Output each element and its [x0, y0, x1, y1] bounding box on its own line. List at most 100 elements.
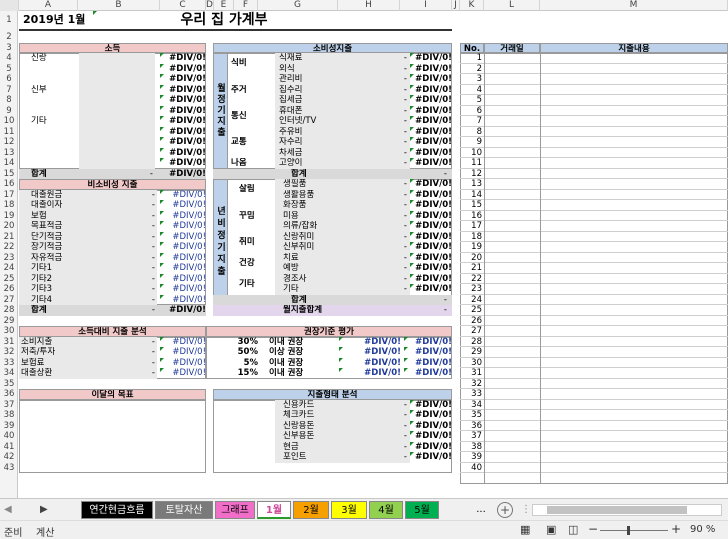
row-header-1[interactable]: 1 — [0, 15, 17, 26]
row-header-7[interactable]: 7 — [0, 85, 17, 96]
regular-item-ratio[interactable]: #DIV/0! — [410, 64, 452, 75]
nonconsume-item-label[interactable]: 자유적금 — [31, 253, 101, 264]
regular-item-label[interactable]: 자수리 — [279, 137, 359, 148]
irregular-item-value[interactable]: - — [393, 274, 407, 285]
payment-item-ratio[interactable]: #DIV/0! — [410, 442, 452, 453]
standard-value[interactable]: #DIV/0! — [339, 347, 401, 358]
income-total-ratio[interactable]: #DIV/0! — [160, 169, 206, 180]
col-header-f[interactable]: F — [234, 0, 258, 11]
income-amount-cell[interactable] — [79, 53, 155, 64]
row-header-28[interactable]: 28 — [0, 305, 17, 316]
regular-total-label[interactable]: 합계 — [291, 169, 331, 180]
income-total-label[interactable]: 합계 — [31, 169, 71, 180]
irregular-category-label[interactable]: 꾸밈 — [239, 211, 261, 222]
sheet-tab-6[interactable]: 3월 — [331, 501, 367, 519]
month-total-label[interactable]: 월지출합계 — [283, 305, 343, 316]
regular-item-value[interactable]: - — [393, 74, 407, 85]
payment-item-ratio[interactable]: #DIV/0! — [410, 400, 452, 411]
irregular-item-label[interactable]: 의류/잡화 — [283, 221, 363, 232]
analysis-item-label[interactable]: 대출상환 — [21, 368, 91, 379]
row-header-4[interactable]: 4 — [0, 53, 17, 64]
standard-header[interactable]: 권장기준 평가 — [206, 326, 452, 337]
regular-category-label[interactable]: 나옴 — [231, 158, 253, 169]
horizontal-scrollbar[interactable] — [532, 504, 722, 516]
sheet-tab-8[interactable]: 5월 — [405, 501, 439, 519]
row-header-17[interactable]: 17 — [0, 190, 17, 201]
income-ratio-cell[interactable]: #DIV/0! — [160, 64, 206, 75]
sheet-tab-1[interactable]: 연간현금흐름 — [81, 501, 153, 519]
regular-category-label[interactable]: 통신 — [231, 111, 253, 122]
row-header-38[interactable]: 38 — [0, 410, 17, 421]
regular-item-ratio[interactable]: #DIV/0! — [410, 74, 452, 85]
income-ratio-cell[interactable]: #DIV/0! — [160, 106, 206, 117]
sheet-tab-5[interactable]: 2월 — [293, 501, 329, 519]
income-amount-cell[interactable] — [79, 116, 155, 127]
nonconsume-item-value[interactable]: - — [137, 284, 155, 295]
nonconsume-item-label[interactable]: 목표적금 — [31, 221, 101, 232]
standard-text[interactable]: 이내 권장 — [269, 368, 329, 379]
standard-eval[interactable]: #DIV/0! — [404, 347, 452, 358]
analysis-item-value[interactable]: - — [137, 347, 155, 358]
nonconsume-item-value[interactable]: - — [137, 211, 155, 222]
income-ratio-cell[interactable]: #DIV/0! — [160, 127, 206, 138]
payment-item-value[interactable]: - — [393, 400, 407, 411]
regular-category-label[interactable]: 교통 — [231, 137, 253, 148]
irregular-item-label[interactable]: 기타 — [283, 284, 363, 295]
consume-header[interactable]: 소비성지출 — [213, 42, 452, 53]
regular-item-label[interactable]: 식재료 — [279, 53, 359, 64]
nonconsume-item-label[interactable]: 단기적금 — [31, 232, 101, 243]
page-title[interactable]: 우리 집 가계부 — [139, 11, 309, 29]
row-header-41[interactable]: 41 — [0, 442, 17, 453]
nonconsume-item-label[interactable]: 기타4 — [31, 295, 101, 306]
income-amount-cell[interactable] — [79, 126, 155, 137]
nonconsume-item-ratio[interactable]: #DIV/0! — [160, 190, 206, 201]
standard-value[interactable]: #DIV/0! — [339, 358, 401, 369]
payment-item-label[interactable]: 신랑용돈 — [283, 421, 363, 432]
col-header-l[interactable]: L — [484, 0, 540, 11]
irregular-category-label[interactable]: 취미 — [239, 237, 261, 248]
nonconsume-item-ratio[interactable]: #DIV/0! — [160, 263, 206, 274]
nonconsume-item-value[interactable]: - — [137, 274, 155, 285]
payment-item-label[interactable]: 현금 — [283, 442, 363, 453]
regular-item-ratio[interactable]: #DIV/0! — [410, 85, 452, 96]
irregular-item-ratio[interactable]: #DIV/0! — [410, 211, 452, 222]
regular-category-label[interactable]: 주거 — [231, 85, 253, 96]
nonconsume-item-value[interactable]: - — [137, 190, 155, 201]
standard-eval[interactable]: #DIV/0! — [404, 368, 452, 379]
nonconsume-item-value[interactable]: - — [137, 242, 155, 253]
standard-percent[interactable]: 30% — [214, 337, 258, 348]
nonconsume-item-value[interactable]: - — [137, 253, 155, 264]
select-all-corner[interactable] — [0, 0, 19, 11]
income-ratio-cell[interactable]: #DIV/0! — [160, 137, 206, 148]
row-header-32[interactable]: 32 — [0, 347, 17, 358]
income-amount-cell[interactable] — [79, 158, 155, 169]
analysis-item-value[interactable]: - — [137, 358, 155, 369]
regular-item-label[interactable]: 고양이 — [279, 158, 359, 169]
row-header-27[interactable]: 27 — [0, 295, 17, 306]
payment-item-value[interactable]: - — [393, 410, 407, 421]
irregular-item-ratio[interactable]: #DIV/0! — [410, 179, 452, 190]
row-header-8[interactable]: 8 — [0, 95, 17, 106]
sheet-tab-2[interactable]: 토탈자산 — [155, 501, 213, 519]
analysis-item-label[interactable]: 저축/투자 — [21, 347, 91, 358]
tab-scroll-left-icon[interactable]: ◀ — [4, 504, 12, 515]
regular-item-value[interactable]: - — [393, 106, 407, 117]
income-label[interactable]: 기타 — [31, 116, 81, 127]
col-header-k[interactable]: K — [460, 0, 484, 11]
row-header-2[interactable]: 2 — [0, 32, 17, 43]
income-amount-cell[interactable] — [79, 147, 155, 158]
nonconsume-item-ratio[interactable]: #DIV/0! — [160, 211, 206, 222]
irregular-item-value[interactable]: - — [393, 221, 407, 232]
row-header-19[interactable]: 19 — [0, 211, 17, 222]
standard-text[interactable]: 이상 권장 — [269, 347, 329, 358]
analysis-header[interactable]: 소득대비 지출 분석 — [19, 326, 206, 337]
income-ratio-cell[interactable]: #DIV/0! — [160, 53, 206, 64]
col-header-m[interactable]: M — [540, 0, 728, 11]
row-header-40[interactable]: 40 — [0, 431, 17, 442]
regular-item-value[interactable]: - — [393, 116, 407, 127]
irregular-item-ratio[interactable]: #DIV/0! — [410, 200, 452, 211]
standard-value[interactable]: #DIV/0! — [339, 368, 401, 379]
regular-category-label[interactable]: 식비 — [231, 58, 253, 69]
irregular-category-label[interactable]: 기타 — [239, 279, 261, 290]
row-header-25[interactable]: 25 — [0, 274, 17, 285]
